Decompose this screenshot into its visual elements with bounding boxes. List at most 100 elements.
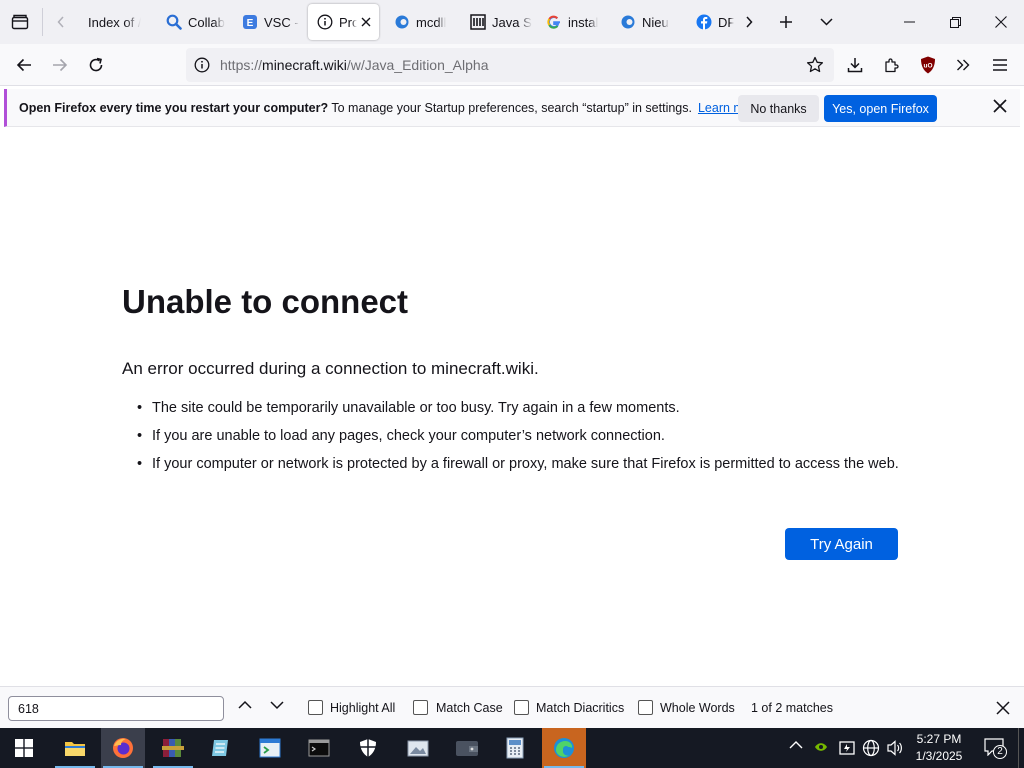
close-icon — [996, 701, 1010, 715]
close-window-button[interactable] — [978, 0, 1024, 44]
start-button[interactable] — [2, 728, 46, 768]
url-prefix: https:// — [220, 57, 263, 73]
download-icon — [847, 58, 863, 73]
tab-collab[interactable]: Collab — [158, 4, 232, 40]
menu-button[interactable] — [985, 50, 1015, 80]
tab-df[interactable]: DF — [692, 4, 734, 40]
downloads-button[interactable] — [840, 50, 870, 80]
tab-index-of[interactable]: Index of / — [80, 4, 154, 40]
find-previous-button[interactable] — [238, 700, 252, 709]
minimize-button[interactable] — [886, 0, 932, 44]
ublock-origin-button[interactable]: uO — [913, 50, 943, 80]
close-notification-button[interactable] — [993, 99, 1007, 113]
taskbar-sticky-app[interactable] — [248, 728, 292, 768]
chevron-up-icon — [238, 700, 252, 709]
show-hidden-icons-button[interactable] — [789, 740, 803, 749]
google-icon — [546, 14, 562, 30]
taskbar-notepad[interactable] — [199, 728, 243, 768]
whole-words-checkbox[interactable] — [638, 700, 653, 715]
taskbar-firefox[interactable] — [101, 728, 145, 768]
match-diacritics-checkbox[interactable] — [514, 700, 529, 715]
tab-title: VSC - — [264, 14, 299, 30]
taskbar-photos[interactable] — [396, 728, 440, 768]
error-title: Unable to connect — [122, 283, 409, 320]
restore-button[interactable] — [932, 0, 978, 44]
tab-java-s[interactable]: Java S — [462, 4, 536, 40]
no-thanks-button[interactable]: No thanks — [738, 95, 819, 122]
tab-title: Nieu — [642, 14, 669, 30]
hamburger-menu-icon — [993, 59, 1007, 71]
match-case-label[interactable]: Match Case — [436, 701, 503, 715]
tab-strip: Index of / Collab E VSC - Pro mcdll Java… — [0, 0, 1024, 44]
whole-words-label[interactable]: Whole Words — [660, 701, 735, 715]
tab-overview-button[interactable] — [0, 0, 40, 44]
ublock-shield-icon: uO — [921, 56, 935, 74]
magnifier-icon — [166, 14, 182, 30]
taskbar-app-winrar[interactable] — [151, 728, 195, 768]
error-description: An error occurred during a connection to… — [122, 359, 539, 378]
forward-button[interactable] — [45, 50, 75, 80]
highlight-all-checkbox[interactable] — [308, 700, 323, 715]
error-suggestions-list: The site could be temporarily unavailabl… — [130, 399, 900, 483]
firefox-icon — [113, 738, 133, 758]
tab-install[interactable]: instal — [540, 4, 614, 40]
plus-icon — [780, 16, 792, 28]
taskbar-wallet-app[interactable] — [445, 728, 489, 768]
system-clock[interactable]: 5:27 PM 1/3/2025 — [906, 731, 972, 765]
more-tools-button[interactable] — [948, 50, 978, 80]
yes-open-firefox-button[interactable]: Yes, open Firefox — [824, 95, 937, 122]
library-icon — [470, 14, 486, 30]
reload-icon — [89, 57, 103, 72]
network-globe-icon[interactable] — [862, 739, 880, 757]
close-tab-icon[interactable] — [361, 17, 371, 27]
extensions-button[interactable] — [877, 50, 907, 80]
try-again-button[interactable]: Try Again — [785, 528, 898, 560]
find-input[interactable] — [8, 696, 224, 721]
highlight-all-label[interactable]: Highlight All — [330, 701, 395, 715]
notification-bold-text: Open Firefox every time you restart your… — [19, 100, 329, 115]
taskbar-command-prompt[interactable] — [297, 728, 341, 768]
puzzle-icon — [885, 58, 899, 73]
console-icon — [308, 739, 330, 757]
url-path: /w/Java_Edition_Alpha — [346, 57, 489, 73]
action-center-button[interactable]: 2 — [984, 738, 1007, 759]
scroll-tabs-left-button[interactable] — [46, 0, 76, 44]
close-find-bar-button[interactable] — [996, 701, 1010, 715]
arrow-right-icon — [53, 58, 68, 72]
scroll-tabs-right-button[interactable] — [734, 0, 764, 44]
e-icon: E — [242, 14, 258, 30]
tab-nieu[interactable]: Nieu — [614, 4, 692, 40]
tab-active-problem-loading[interactable]: Pro — [308, 4, 379, 40]
close-icon — [993, 99, 1007, 113]
battery-tray-icon[interactable] — [838, 740, 856, 756]
tab-title: DF — [718, 14, 734, 30]
windows-logo-icon — [15, 739, 33, 757]
url-bar[interactable]: https://minecraft.wiki/w/Java_Edition_Al… — [186, 48, 834, 82]
back-button[interactable] — [9, 50, 39, 80]
taskbar-edge[interactable] — [542, 728, 586, 768]
error-page: Unable to connect An error occurred duri… — [0, 133, 1024, 686]
site-info-icon[interactable] — [194, 57, 210, 73]
clock-date: 1/3/2025 — [915, 749, 963, 763]
list-all-tabs-button[interactable] — [808, 0, 844, 44]
tab-title: Java S — [492, 14, 532, 30]
tab-mcdll[interactable]: mcdll — [386, 4, 460, 40]
bookmark-star-icon[interactable] — [806, 56, 824, 74]
svg-text:uO: uO — [923, 63, 932, 70]
match-diacritics-label[interactable]: Match Diacritics — [536, 701, 624, 715]
taskbar-calculator[interactable] — [493, 728, 537, 768]
match-case-checkbox[interactable] — [413, 700, 428, 715]
show-desktop-button[interactable] — [1018, 728, 1019, 768]
new-tab-button[interactable] — [768, 0, 804, 44]
volume-icon[interactable] — [886, 739, 904, 757]
notification-text: To manage your Startup preferences, sear… — [331, 100, 692, 115]
find-next-button[interactable] — [270, 701, 284, 710]
reload-button[interactable] — [81, 50, 111, 80]
facebook-icon — [696, 14, 712, 30]
notification-message: Open Firefox every time you restart your… — [19, 101, 692, 115]
find-status: 1 of 2 matches — [751, 701, 833, 715]
tab-vsc[interactable]: E VSC - — [234, 4, 304, 40]
taskbar-file-explorer[interactable] — [53, 728, 97, 768]
taskbar-windows-security[interactable] — [346, 728, 390, 768]
nvidia-tray-icon[interactable] — [814, 741, 828, 753]
